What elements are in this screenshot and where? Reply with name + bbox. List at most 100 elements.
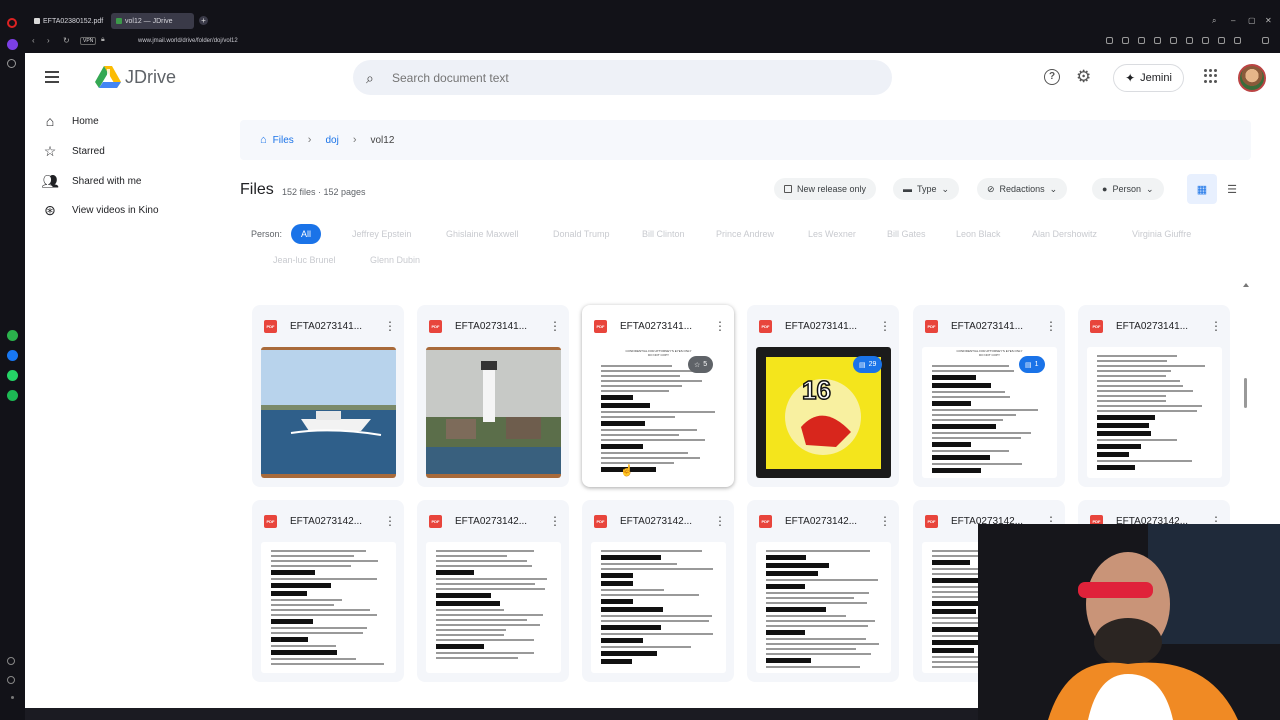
person-filter[interactable]: ● Person ⌄	[1092, 178, 1164, 200]
file-thumbnail[interactable]	[591, 542, 726, 673]
person-chip[interactable]: Prince Andrew	[706, 224, 784, 244]
whatsapp-icon[interactable]	[7, 370, 18, 381]
person-chip[interactable]: All	[291, 224, 322, 244]
comment-count-badge[interactable]: ▤ 29	[853, 356, 883, 373]
search-icon[interactable]: ⌕	[366, 70, 374, 87]
star-count-badge[interactable]: ☆ 5	[688, 356, 714, 373]
maximize-icon[interactable]: ▢	[1248, 16, 1256, 25]
search-input[interactable]	[392, 68, 872, 88]
file-card[interactable]: PDF EFTA0273142... ⋮	[747, 500, 899, 682]
grid-view-icon[interactable]: ▦	[1187, 174, 1217, 204]
file-name[interactable]: EFTA0273141...	[455, 321, 542, 332]
file-card[interactable]: PDF EFTA0273141... ⋮	[252, 305, 404, 487]
file-thumbnail[interactable]	[1087, 347, 1222, 478]
forward-icon[interactable]: ›	[47, 36, 50, 45]
snapshot-icon[interactable]	[1138, 37, 1145, 44]
file-thumbnail[interactable]	[756, 542, 891, 673]
jemini-button[interactable]: ✦ Jemini	[1113, 64, 1184, 92]
browser-tab-jdrive[interactable]: vol12 — JDrive	[111, 13, 194, 29]
chat-app-icon[interactable]	[7, 330, 18, 341]
sidebar-item-kino[interactable]: ⊛ View videos in Kino	[42, 199, 158, 221]
file-name[interactable]: EFTA0273141...	[1116, 321, 1203, 332]
heart-bookmark-icon[interactable]	[1202, 37, 1209, 44]
aria-icon[interactable]	[7, 39, 18, 50]
download-icon[interactable]	[1218, 37, 1225, 44]
menu-icon[interactable]	[1262, 37, 1269, 44]
person-chip[interactable]: Donald Trump	[543, 224, 620, 244]
back-icon[interactable]: ‹	[32, 36, 35, 45]
more-icon[interactable]	[11, 696, 14, 699]
star-panel-icon[interactable]	[7, 59, 16, 68]
vpn-badge[interactable]: VPN	[80, 37, 97, 45]
file-name[interactable]: EFTA0273141...	[290, 321, 377, 332]
file-name[interactable]: EFTA0273142...	[455, 516, 542, 527]
minimize-icon[interactable]: –	[1231, 16, 1235, 25]
file-thumbnail[interactable]	[426, 347, 561, 478]
extensions-icon[interactable]	[1170, 37, 1177, 44]
translate-icon[interactable]	[1122, 37, 1129, 44]
file-card[interactable]: PDF EFTA0273141... ⋮ CONFIDENTIAL FOR ATTOR…	[913, 305, 1065, 487]
breadcrumb-files[interactable]: Files	[273, 135, 294, 146]
person-chip[interactable]: Glenn Dubin	[360, 250, 430, 270]
sidebar-item-shared[interactable]: 👥︎ Shared with me	[41, 170, 141, 192]
sidebar-item-home[interactable]: ⌂ Home	[42, 110, 99, 132]
reload-icon[interactable]: ↻	[63, 36, 70, 45]
more-options-icon[interactable]: ⋮	[549, 514, 561, 528]
main-menu-icon[interactable]	[45, 71, 59, 83]
file-thumbnail[interactable]	[261, 347, 396, 478]
breadcrumb-doj[interactable]: doj	[325, 135, 338, 146]
person-chip[interactable]: Bill Gates	[877, 224, 936, 244]
opera-logo-icon[interactable]	[7, 18, 17, 28]
spotify-icon[interactable]	[7, 390, 18, 401]
more-options-icon[interactable]: ⋮	[384, 319, 396, 333]
profile-icon[interactable]	[1234, 37, 1241, 44]
person-chip[interactable]: Jeffrey Epstein	[342, 224, 421, 244]
type-filter[interactable]: ▬ Type ⌄	[893, 178, 960, 200]
file-card[interactable]: PDF EFTA0273141... ⋮ 16 ▤ 29	[747, 305, 899, 487]
file-card[interactable]: PDF EFTA0273142... ⋮	[252, 500, 404, 682]
file-name[interactable]: EFTA0273142...	[785, 516, 872, 527]
avatar[interactable]	[1238, 64, 1266, 92]
search-bar[interactable]: ⌕	[353, 60, 892, 95]
close-window-icon[interactable]: ✕	[1265, 16, 1272, 25]
file-card[interactable]: PDF EFTA0273142... ⋮	[417, 500, 569, 682]
person-chip[interactable]: Virginia Giuffre	[1122, 224, 1201, 244]
comment-count-badge[interactable]: ▤ 1	[1019, 356, 1045, 373]
more-options-icon[interactable]: ⋮	[714, 319, 726, 333]
scrollbar-thumb[interactable]	[1244, 378, 1247, 408]
scroll-up-icon[interactable]	[1243, 283, 1249, 287]
file-name[interactable]: EFTA0273142...	[290, 516, 377, 527]
more-options-icon[interactable]: ⋮	[1045, 319, 1057, 333]
more-options-icon[interactable]: ⋮	[714, 514, 726, 528]
more-options-icon[interactable]: ⋮	[879, 514, 891, 528]
shield-icon[interactable]	[1154, 37, 1161, 44]
file-thumbnail[interactable]	[426, 542, 561, 673]
file-card[interactable]: PDF EFTA0273141... ⋮	[1078, 305, 1230, 487]
file-card[interactable]: PDF EFTA0273141... ⋮	[417, 305, 569, 487]
search-tabs-icon[interactable]: ⌕	[1212, 16, 1216, 26]
more-options-icon[interactable]: ⋮	[879, 319, 891, 333]
browser-tab-pdf[interactable]: EFTA02380152.pdf	[29, 13, 107, 29]
history-icon[interactable]	[7, 676, 15, 684]
file-thumbnail[interactable]	[261, 542, 396, 673]
person-chip[interactable]: Alan Dershowitz	[1022, 224, 1107, 244]
file-card[interactable]: PDF EFTA0273141... ⋮ CONFIDENTIAL FOR ATTOR…	[582, 305, 734, 487]
more-options-icon[interactable]: ⋮	[549, 319, 561, 333]
file-name[interactable]: EFTA0273141...	[951, 321, 1038, 332]
person-chip[interactable]: Bill Clinton	[632, 224, 695, 244]
sidebar-item-starred[interactable]: ☆ Starred	[42, 140, 105, 162]
lock-icon[interactable]: 🔒︎	[101, 36, 105, 44]
player-icon[interactable]	[1186, 37, 1193, 44]
person-chip[interactable]: Jean-luc Brunel	[263, 250, 346, 270]
new-tab-button[interactable]: +	[199, 16, 208, 25]
messenger-icon[interactable]	[7, 350, 18, 361]
search-page-icon[interactable]	[1106, 37, 1113, 44]
file-name[interactable]: EFTA0273141...	[620, 321, 707, 332]
new-release-checkbox[interactable]: New release only	[774, 178, 877, 200]
file-name[interactable]: EFTA0273142...	[620, 516, 707, 527]
apps-grid-icon[interactable]	[1204, 69, 1218, 83]
settings-gear-icon[interactable]: ⚙	[1076, 67, 1091, 87]
person-chip[interactable]: Les Wexner	[798, 224, 866, 244]
home-icon[interactable]: ⌂	[260, 134, 267, 146]
person-chip[interactable]: Leon Black	[946, 224, 1011, 244]
